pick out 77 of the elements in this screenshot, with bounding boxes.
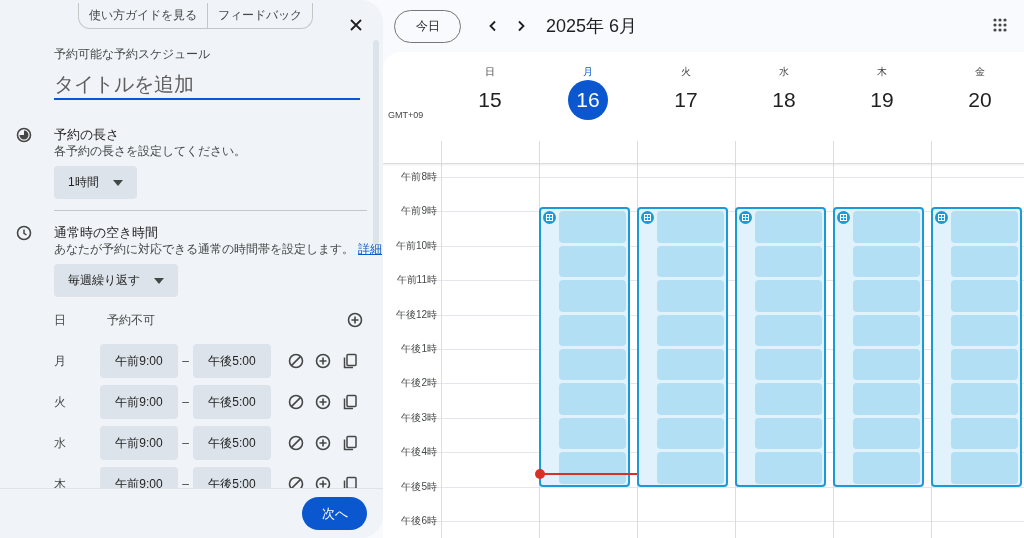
section-title: 通常時の空き時間 bbox=[54, 224, 159, 242]
timezone-label: GMT+09 bbox=[388, 110, 424, 120]
hour-label: 午後12時 bbox=[395, 307, 437, 322]
date-number[interactable]: 18 bbox=[764, 80, 804, 120]
add-icon[interactable] bbox=[347, 312, 363, 328]
hour-label: 午前8時 bbox=[401, 170, 437, 184]
add-icon[interactable] bbox=[315, 353, 331, 369]
end-time-field[interactable]: 午後5:00 bbox=[193, 426, 271, 460]
clock-icon bbox=[16, 225, 32, 241]
hour-label: 午後1時 bbox=[401, 342, 437, 356]
start-time-field[interactable]: 午前9:00 bbox=[100, 385, 178, 419]
hour-label: 午後5時 bbox=[401, 479, 437, 494]
close-icon[interactable] bbox=[349, 18, 363, 32]
weekday-label: 月 bbox=[54, 352, 67, 370]
block-icon[interactable] bbox=[288, 476, 304, 488]
weekday-label: 月 bbox=[583, 65, 593, 79]
add-icon[interactable] bbox=[315, 476, 331, 488]
dropdown-button[interactable]: 毎週繰り返す bbox=[54, 264, 178, 297]
details-link[interactable]: 詳細 bbox=[358, 242, 382, 256]
weekday-label: 日 bbox=[485, 65, 495, 79]
date-number[interactable]: 15 bbox=[470, 80, 510, 120]
unavailable-text: 予約不可 bbox=[106, 311, 156, 329]
copy-icon[interactable] bbox=[342, 353, 358, 369]
apps-grid-icon[interactable] bbox=[993, 18, 1007, 32]
dropdown-button[interactable]: 1時間 bbox=[54, 166, 137, 199]
hour-label: 午前11時 bbox=[396, 273, 437, 288]
block-icon[interactable] bbox=[288, 435, 304, 451]
caret-icon bbox=[112, 179, 123, 186]
date-number[interactable]: 20 bbox=[960, 80, 1000, 120]
copy-icon[interactable] bbox=[342, 476, 358, 488]
hour-label: 午後2時 bbox=[401, 376, 437, 391]
hour-label: 午後6時 bbox=[401, 514, 437, 528]
month-title: 2025年 6月 bbox=[546, 15, 638, 38]
end-time-field[interactable]: 午後5:00 bbox=[193, 344, 271, 378]
hour-label: 午後4時 bbox=[401, 445, 437, 460]
add-icon[interactable] bbox=[315, 394, 331, 410]
grid-badge-icon bbox=[935, 211, 948, 225]
end-time-field[interactable]: 午後5:00 bbox=[193, 385, 271, 419]
hour-label: 午前10時 bbox=[395, 238, 437, 253]
weekday-label: 水 bbox=[779, 65, 789, 79]
section-description: 各予約の長さを設定してください。 bbox=[54, 144, 247, 159]
form-caption: 予約可能な予約スケジュール bbox=[54, 48, 211, 61]
add-icon[interactable] bbox=[315, 435, 331, 451]
start-time-field[interactable]: 午前9:00 bbox=[100, 344, 178, 378]
title-input-field[interactable]: タイトルを追加 bbox=[54, 70, 360, 100]
grid-badge-icon bbox=[641, 211, 654, 225]
range-dash: – bbox=[181, 395, 190, 409]
weekday-label: 火 bbox=[54, 393, 67, 411]
copy-icon[interactable] bbox=[342, 394, 358, 410]
tab-button[interactable]: フィードバック bbox=[208, 3, 313, 29]
date-number[interactable]: 17 bbox=[666, 80, 706, 120]
range-dash: – bbox=[181, 354, 190, 368]
block-icon[interactable] bbox=[288, 353, 304, 369]
copy-icon[interactable] bbox=[342, 435, 358, 451]
grid-badge-icon bbox=[739, 211, 752, 225]
hour-label: 午前9時 bbox=[401, 204, 437, 219]
date-number[interactable]: 19 bbox=[862, 80, 902, 120]
range-dash: – bbox=[181, 436, 190, 450]
weekday-label: 金 bbox=[975, 65, 985, 79]
grid-badge-icon bbox=[543, 211, 556, 225]
block-icon[interactable] bbox=[288, 394, 304, 410]
date-number[interactable]: 16 bbox=[568, 80, 608, 120]
start-time-field[interactable]: 午前9:00 bbox=[100, 426, 178, 460]
caret-icon bbox=[154, 277, 164, 284]
section-title: 予約の長さ bbox=[54, 126, 120, 144]
weekday-label: 木 bbox=[877, 65, 887, 79]
booking-slot[interactable] bbox=[559, 452, 626, 484]
hour-label: 午後3時 bbox=[401, 410, 437, 425]
weekday-label: 日 bbox=[54, 311, 67, 329]
weekday-label: 火 bbox=[681, 65, 691, 79]
tab-button[interactable]: 使い方ガイドを見る bbox=[78, 3, 208, 29]
pie-clock-icon bbox=[16, 127, 32, 143]
next-button[interactable]: 次へ bbox=[302, 497, 367, 530]
grid-badge-icon bbox=[837, 211, 850, 225]
weekday-label: 水 bbox=[54, 434, 67, 452]
range-dash: – bbox=[181, 477, 190, 488]
availability-block[interactable] bbox=[539, 207, 630, 487]
